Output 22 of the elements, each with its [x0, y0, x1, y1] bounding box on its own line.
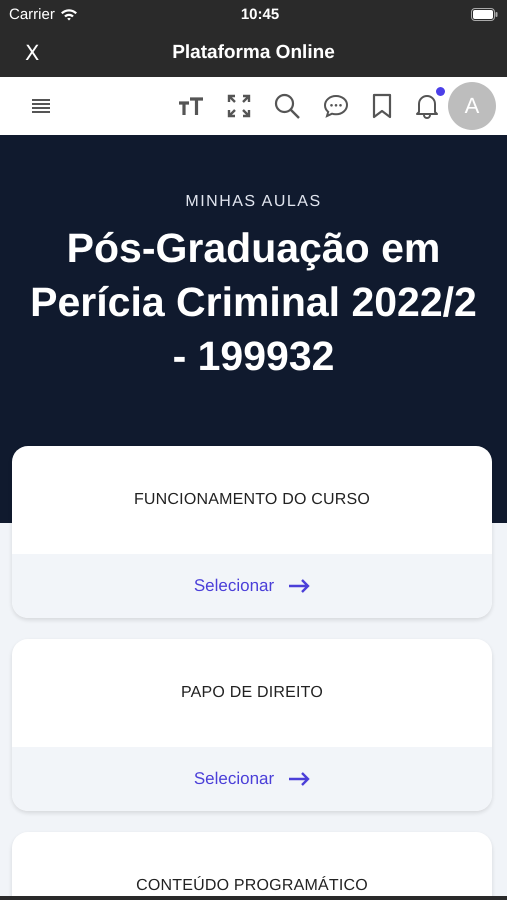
course-title: Pós-Graduação em Perícia Criminal 2022/2 - 199932: [30, 224, 477, 381]
card-title: PAPO DE DIREITO: [181, 684, 323, 702]
chat-icon[interactable]: [323, 94, 349, 118]
bell-icon[interactable]: [415, 93, 439, 119]
arrow-right-icon: [288, 579, 310, 593]
page-title: Plataforma Online: [172, 42, 335, 64]
select-link[interactable]: Selecionar: [194, 576, 310, 596]
card-title: CONTEÚDO PROGRAMÁTICO: [136, 877, 368, 895]
menu-icon[interactable]: [31, 98, 51, 114]
section-label: MINHAS AULAS: [185, 193, 322, 211]
bookmark-icon[interactable]: [372, 93, 392, 119]
wifi-icon: [60, 8, 78, 20]
search-icon[interactable]: [274, 93, 300, 119]
text-size-icon[interactable]: [178, 96, 204, 116]
card-title: FUNCIONAMENTO DO CURSO: [134, 491, 370, 509]
carrier-name: Carrier: [9, 6, 55, 22]
close-button[interactable]: X: [23, 40, 42, 64]
select-link[interactable]: Selecionar: [194, 769, 310, 789]
clock-time: 10:45: [240, 6, 280, 22]
expand-icon[interactable]: [227, 94, 251, 118]
battery-icon: [471, 8, 498, 20]
arrow-right-icon: [288, 772, 310, 786]
